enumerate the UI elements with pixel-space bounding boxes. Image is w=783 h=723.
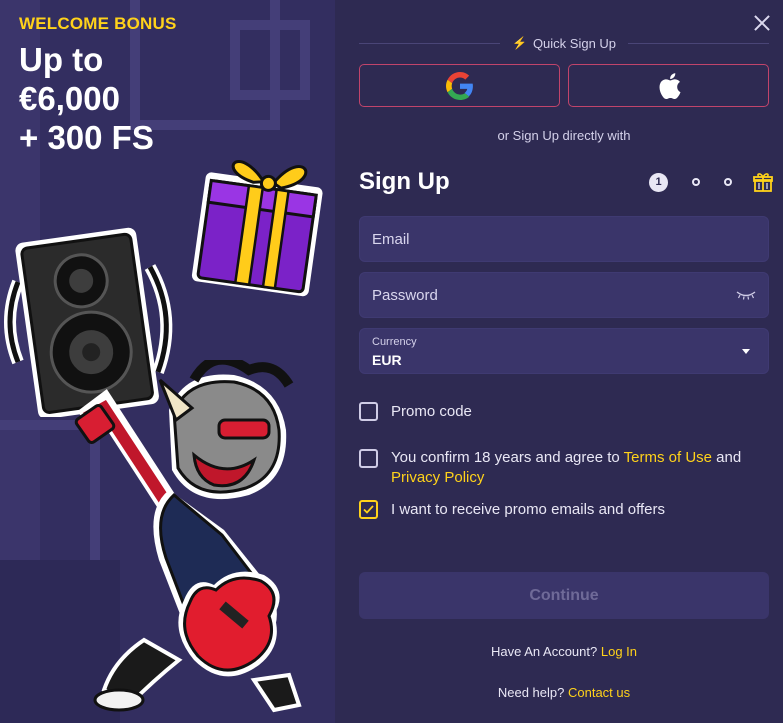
headline-line: Up to: [19, 41, 104, 78]
currency-select[interactable]: Currency EUR: [359, 328, 769, 374]
terms-checkbox[interactable]: [359, 449, 378, 468]
currency-value: EUR: [372, 352, 402, 368]
apple-signup-button[interactable]: [568, 64, 769, 107]
privacy-policy-link[interactable]: Privacy Policy: [391, 469, 484, 486]
promo-emails-checkbox[interactable]: [359, 500, 378, 519]
divider-line: [628, 42, 770, 44]
quick-signup-text: Quick Sign Up: [532, 35, 617, 51]
close-button[interactable]: [753, 14, 771, 32]
password-input[interactable]: [360, 273, 768, 317]
help-row: Need help? Contact us: [335, 685, 783, 700]
step-indicator: [724, 178, 732, 186]
email-field-wrapper: [359, 216, 769, 262]
signup-form-panel: ⚡ Quick Sign Up or Sign Up directly with…: [335, 0, 783, 723]
bolt-icon: ⚡: [511, 36, 527, 50]
divider-line: [359, 42, 500, 44]
promo-emails-row: I want to receive promo emails and offer…: [359, 500, 665, 520]
terms-text: You confirm 18 years and agree to Terms …: [391, 448, 761, 488]
promo-code-checkbox[interactable]: [359, 402, 378, 421]
promo-code-label: Promo code: [391, 403, 472, 420]
checkmark-icon: [363, 505, 374, 514]
promo-emails-label: I want to receive promo emails and offer…: [391, 501, 666, 518]
terms-middle: and: [712, 449, 742, 466]
promo-panel: WELCOME BONUS Up to €6,000 + 300 FS: [0, 0, 335, 723]
signup-steps: 1: [649, 171, 774, 193]
terms-row: You confirm 18 years and agree to Terms …: [359, 448, 769, 488]
welcome-bonus-label: WELCOME BONUS: [19, 14, 177, 33]
terms-prefix: You confirm 18 years and agree to: [391, 449, 624, 466]
contact-us-link[interactable]: Contact us: [568, 685, 630, 700]
currency-label: Currency: [372, 336, 417, 348]
apple-icon: [659, 72, 681, 99]
background-pattern: [230, 20, 310, 100]
have-account-text: Have An Account?: [490, 644, 598, 659]
signup-modal: WELCOME BONUS Up to €6,000 + 300 FS ⚡ Qu…: [0, 0, 783, 723]
quick-signup-divider: ⚡ Quick Sign Up: [359, 34, 770, 52]
eye-closed-icon[interactable]: [736, 290, 756, 300]
email-input[interactable]: [360, 217, 768, 261]
terms-of-use-link[interactable]: Terms of Use: [624, 449, 712, 466]
help-text: Need help?: [497, 685, 565, 700]
continue-button[interactable]: Continue: [359, 572, 769, 619]
bonus-headline: Up to €6,000 + 300 FS: [19, 40, 176, 157]
quick-signup-label: ⚡ Quick Sign Up: [500, 36, 628, 51]
signup-title: Sign Up: [359, 168, 450, 195]
headline-line: + 300 FS: [19, 119, 154, 156]
login-link[interactable]: Log In: [601, 644, 637, 659]
google-icon: [445, 71, 473, 100]
gift-icon: [753, 173, 773, 192]
have-account-row: Have An Account? Log In: [335, 644, 783, 659]
promo-text: WELCOME BONUS Up to €6,000 + 300 FS: [19, 14, 176, 157]
headline-line: €6,000: [19, 80, 120, 117]
chevron-down-icon: [742, 349, 750, 354]
promo-code-row: Promo code: [359, 402, 472, 422]
gift-box-illustration: [191, 160, 323, 297]
rhino-guitarist-illustration: [74, 360, 302, 713]
step-indicator-active: 1: [649, 172, 668, 192]
password-field-wrapper: [359, 272, 769, 318]
google-signup-button[interactable]: [359, 64, 560, 107]
step-indicator: [692, 178, 700, 186]
or-signup-text: or Sign Up directly with: [497, 128, 631, 143]
